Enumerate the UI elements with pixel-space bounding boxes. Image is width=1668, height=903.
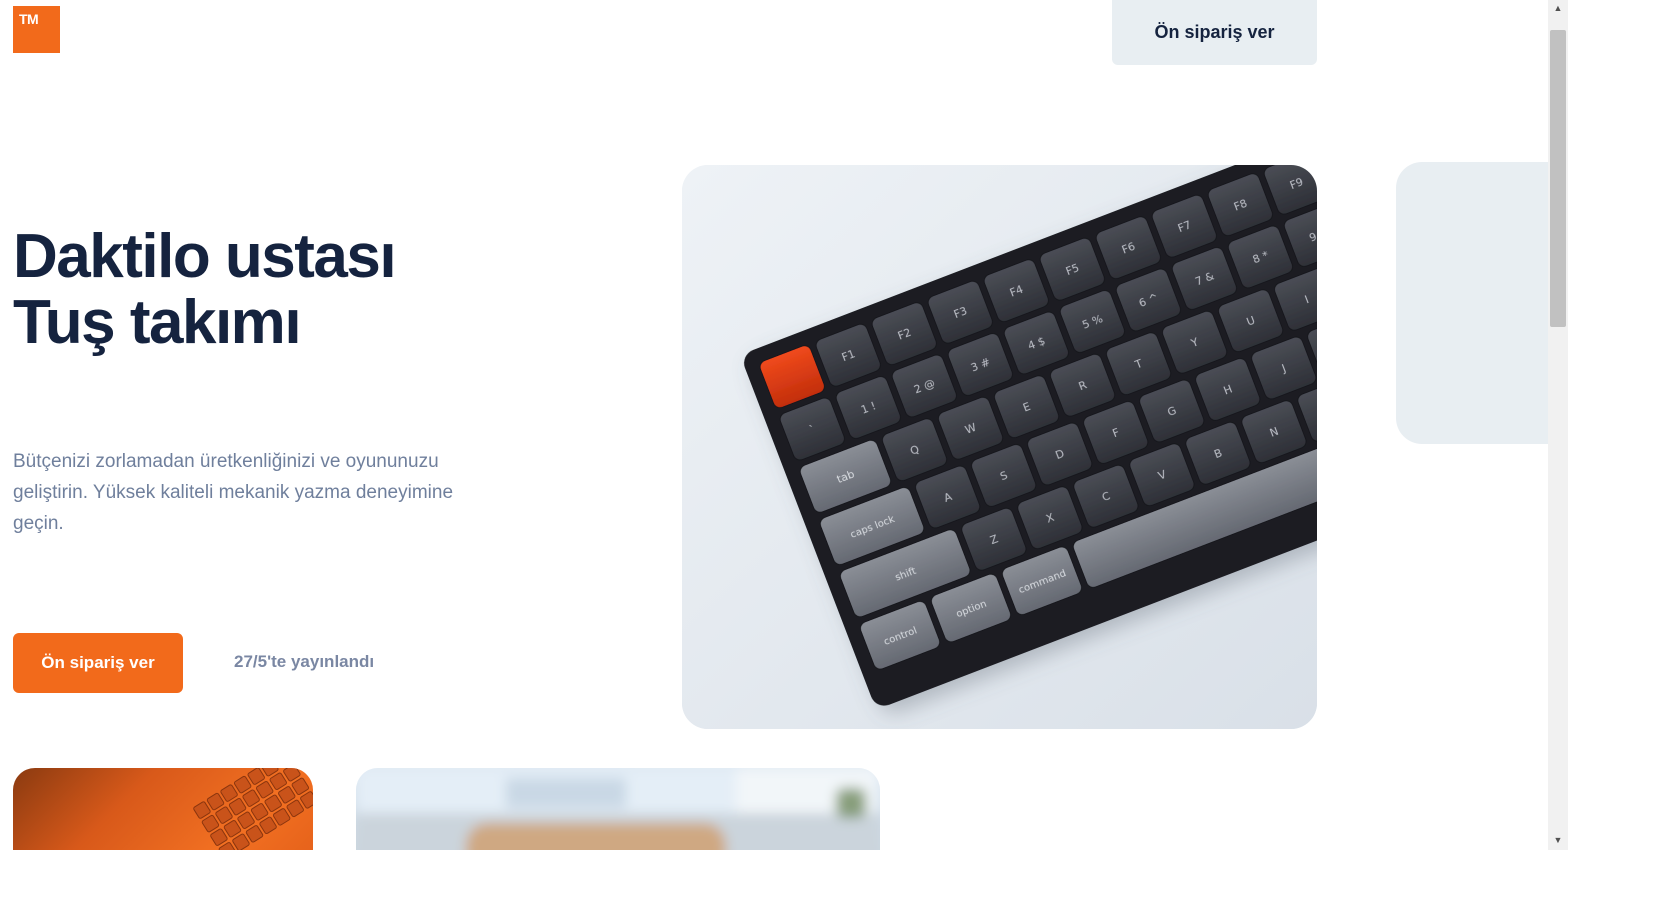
orange-key bbox=[237, 811, 255, 829]
orange-key bbox=[256, 781, 274, 799]
window-bottom-margin bbox=[0, 850, 1668, 903]
orange-key bbox=[193, 801, 211, 819]
orange-key bbox=[259, 816, 277, 835]
hero-title-line-2: Tuş takımı bbox=[13, 288, 302, 357]
orange-key bbox=[232, 833, 250, 850]
scroll-down-arrow-icon[interactable]: ▼ bbox=[1548, 832, 1568, 848]
hero-title: Daktilo ustası Tuş takımı bbox=[13, 224, 613, 356]
orange-key bbox=[206, 792, 225, 811]
scroll-up-arrow-icon[interactable]: ▲ bbox=[1548, 0, 1568, 16]
orange-key bbox=[278, 786, 296, 804]
hero-title-line-1: Daktilo ustası bbox=[13, 222, 397, 291]
orange-key bbox=[250, 803, 269, 821]
release-date-note: 27/5'te yayınlandı bbox=[234, 652, 375, 671]
orange-key bbox=[215, 806, 233, 824]
vertical-scrollbar[interactable]: ▲ ▼ bbox=[1548, 0, 1568, 850]
orange-key bbox=[201, 814, 220, 833]
side-carousel-panel bbox=[1396, 162, 1548, 444]
hero-description: Bütçenizi zorlamadan üretkenliğinizi ve … bbox=[13, 451, 454, 534]
brand-logo-text: TM bbox=[19, 11, 39, 27]
orange-keyboard-card[interactable] bbox=[13, 768, 313, 850]
orange-keyboard-card-image bbox=[193, 768, 313, 850]
scroll-thumb[interactable] bbox=[1550, 30, 1566, 327]
orange-key bbox=[233, 775, 252, 794]
orange-key bbox=[220, 784, 238, 802]
orange-key bbox=[272, 808, 291, 826]
orange-key bbox=[228, 797, 247, 816]
landing-page: TM Ön sipariş ver Daktilo ustası Tuş tak… bbox=[0, 0, 1548, 850]
orange-key bbox=[269, 772, 287, 790]
blurred-desk-card-image bbox=[356, 768, 880, 850]
orange-key bbox=[286, 799, 304, 818]
orange-key bbox=[247, 768, 265, 785]
hero-preorder-button[interactable]: Ön sipariş ver bbox=[13, 633, 183, 693]
brand-logo[interactable]: TM bbox=[13, 6, 60, 53]
orange-key bbox=[245, 825, 264, 843]
keyboard-product-image: F1 F2 F3 F4 F5 F6 F7 F8 F9 ` 1 ! 2 @3 #4 $5 % 6 ^ 7 &… bbox=[682, 165, 1317, 729]
header-preorder-button[interactable]: Ön sipariş ver bbox=[1112, 0, 1317, 65]
orange-key bbox=[210, 828, 228, 846]
orange-key bbox=[264, 794, 282, 812]
window-right-margin bbox=[1568, 0, 1668, 903]
orange-key bbox=[291, 777, 310, 796]
blurred-desk-card[interactable] bbox=[356, 768, 880, 850]
orange-key bbox=[223, 820, 242, 838]
keyboard-illustration: F1F2F3F4F5F6F7F8F9`1 !2 @3 #4 $5 %6 ^7 &… bbox=[682, 165, 1317, 729]
orange-key bbox=[242, 789, 260, 807]
